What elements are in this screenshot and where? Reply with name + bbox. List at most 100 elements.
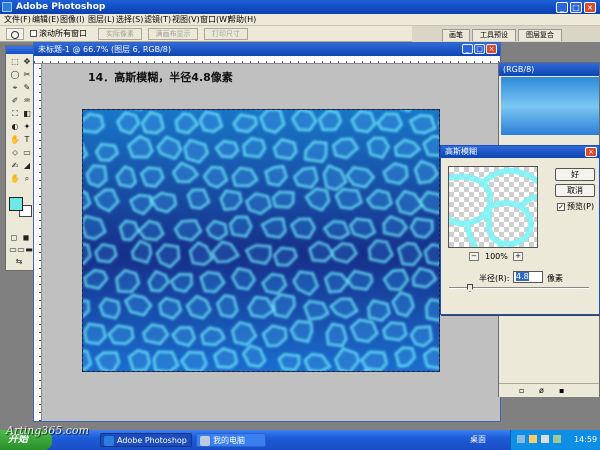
tray-input-icon[interactable]	[541, 435, 549, 443]
image-canvas[interactable]	[82, 109, 440, 372]
move-tool-icon[interactable]: ✥	[22, 58, 32, 66]
navigator-thumbnail[interactable]	[501, 77, 599, 135]
canvas-cell	[349, 217, 377, 239]
trash-icon[interactable]: ▪	[559, 386, 564, 395]
radius-input[interactable]: 4.8	[513, 271, 543, 283]
canvas-cell	[408, 113, 437, 135]
menu-view[interactable]: 视图(V)	[172, 14, 200, 26]
blur-preview[interactable]	[448, 166, 538, 248]
tray-network-icon[interactable]	[517, 435, 525, 443]
shape-tool-icon[interactable]: ◢	[22, 162, 32, 170]
tray-volume-icon[interactable]	[529, 435, 537, 443]
actual-pixels-button[interactable]: 实际像素	[98, 28, 142, 40]
menu-filter[interactable]: 滤镜(T)	[144, 14, 171, 26]
toolbox-header[interactable]	[6, 46, 34, 54]
dodge-tool-icon[interactable]: T	[22, 136, 32, 144]
magic-wand-tool-icon[interactable]: ✂	[22, 71, 32, 79]
eyedropper-tool-icon[interactable]: ⌕	[22, 175, 32, 183]
jump-to-imageready-icon[interactable]: ⇆	[14, 258, 24, 266]
tray-app-icon[interactable]	[553, 435, 561, 443]
document-maximize-button[interactable]: □	[474, 44, 485, 54]
menu-help[interactable]: 帮助(H)	[228, 14, 256, 26]
preview-cells	[449, 167, 537, 247]
tab-brushes[interactable]: 画笔	[442, 29, 470, 41]
menu-select[interactable]: 选择(S)	[116, 14, 143, 26]
ok-button[interactable]: 好	[555, 168, 595, 181]
tab-tool-presets[interactable]: 工具预设	[472, 29, 516, 41]
canvas-cell	[228, 215, 253, 238]
canvas-cell	[367, 299, 391, 322]
gradient-tool-icon[interactable]: ✦	[22, 123, 32, 131]
blur-tool-icon[interactable]: ✋	[10, 136, 20, 144]
horizontal-ruler[interactable]	[34, 56, 500, 64]
marquee-tool-icon[interactable]: ⬚	[10, 58, 20, 66]
preview-zoom-value: 100%	[485, 252, 508, 261]
menu-image[interactable]: 图像(I)	[60, 14, 85, 26]
foreground-color-swatch[interactable]	[9, 197, 23, 211]
quick-mask-off-icon[interactable]: ◻	[9, 234, 19, 242]
canvas-cell	[98, 297, 121, 320]
eraser-tool-icon[interactable]: ◐	[10, 123, 20, 131]
cancel-button[interactable]: 取消	[555, 184, 595, 197]
canvas-cell	[303, 299, 330, 321]
menu-file[interactable]: 文件(F)	[4, 14, 31, 26]
minimize-button[interactable]: _	[556, 2, 568, 13]
canvas-cell	[346, 269, 374, 291]
radius-slider-thumb[interactable]	[467, 284, 473, 292]
close-button[interactable]: ×	[584, 2, 596, 13]
task-my-computer[interactable]: 我的电脑	[196, 433, 266, 447]
step-caption: 14．高斯模糊，半径4.8像素	[88, 71, 233, 84]
clock[interactable]: 14:59	[574, 433, 597, 447]
history-brush-tool-icon[interactable]: ◧	[22, 110, 32, 118]
notes-tool-icon[interactable]: ✋	[10, 175, 20, 183]
app-title-bar: Adobe Photoshop	[0, 0, 600, 14]
menu-edit[interactable]: 编辑(E)	[32, 14, 59, 26]
dialog-close-button[interactable]: ×	[585, 147, 597, 157]
scroll-all-windows-checkbox[interactable]	[30, 30, 37, 37]
brush-tool-icon[interactable]: ♒	[22, 97, 32, 105]
type-tool-icon[interactable]: ▭	[22, 149, 32, 157]
zoom-out-button[interactable]: −	[469, 252, 479, 261]
print-size-button[interactable]: 打印尺寸	[204, 28, 248, 40]
menu-layer[interactable]: 图层(L)	[88, 14, 115, 26]
zoom-in-button[interactable]: +	[513, 252, 523, 261]
fit-on-screen-button[interactable]: 满画布显示	[148, 28, 198, 40]
healing-tool-icon[interactable]: ✐	[10, 97, 20, 105]
document-title-bar[interactable]: 未标题-1 @ 66.7% (图层 6, RGB/8)	[34, 43, 500, 56]
canvas-cell	[277, 352, 301, 371]
canvas-cell	[186, 188, 211, 210]
document-workspace[interactable]: 14．高斯模糊，半径4.8像素	[43, 65, 499, 421]
radius-label: 半径(R):	[479, 274, 510, 283]
crop-tool-icon[interactable]: ⌖	[10, 84, 20, 92]
photoshop-icon	[2, 2, 12, 12]
menu-bar: 文件(F) 编辑(E) 图像(I) 图层(L) 选择(S) 滤镜(T) 视图(V…	[0, 14, 600, 26]
vertical-ruler[interactable]	[34, 64, 42, 421]
document-minimize-button[interactable]: _	[462, 44, 473, 54]
dialog-title[interactable]: 高斯模糊	[441, 146, 599, 158]
new-layer-icon[interactable]: ▫	[519, 386, 524, 395]
canvas-cell	[127, 349, 151, 371]
menu-window[interactable]: 窗口(W)	[200, 14, 230, 26]
lasso-tool-icon[interactable]: ◯	[10, 71, 20, 79]
layer-style-icon[interactable]: ø	[539, 386, 544, 395]
canvas-cell	[271, 190, 295, 209]
canvas-cell	[409, 325, 433, 348]
radius-value: 4.8	[516, 272, 529, 281]
quick-mask-on-icon[interactable]: ◼	[21, 234, 31, 242]
taskbar: 开始 Adobe Photoshop 我的电脑 桌面 14:59	[0, 430, 600, 450]
document-close-button[interactable]: ×	[486, 44, 497, 54]
slice-tool-icon[interactable]: ✎	[22, 84, 32, 92]
canvas-cell	[83, 112, 105, 134]
maximize-button[interactable]: □	[570, 2, 582, 13]
desktop-toolbar-label[interactable]: 桌面	[470, 433, 486, 447]
tab-layer-comps[interactable]: 图层复合	[518, 29, 562, 41]
app-title: Adobe Photoshop	[16, 2, 106, 12]
zoom-tool-preset-icon[interactable]	[6, 28, 24, 40]
navigator-title[interactable]: (RGB/8)	[499, 63, 599, 76]
pen-tool-icon[interactable]: ✍	[10, 162, 20, 170]
task-photoshop[interactable]: Adobe Photoshop	[100, 433, 192, 447]
preview-checkbox[interactable]: ✓	[557, 203, 565, 211]
canvas-cell	[438, 121, 439, 125]
path-select-tool-icon[interactable]: ⬦	[10, 149, 20, 157]
stamp-tool-icon[interactable]: ⛶	[10, 110, 20, 118]
